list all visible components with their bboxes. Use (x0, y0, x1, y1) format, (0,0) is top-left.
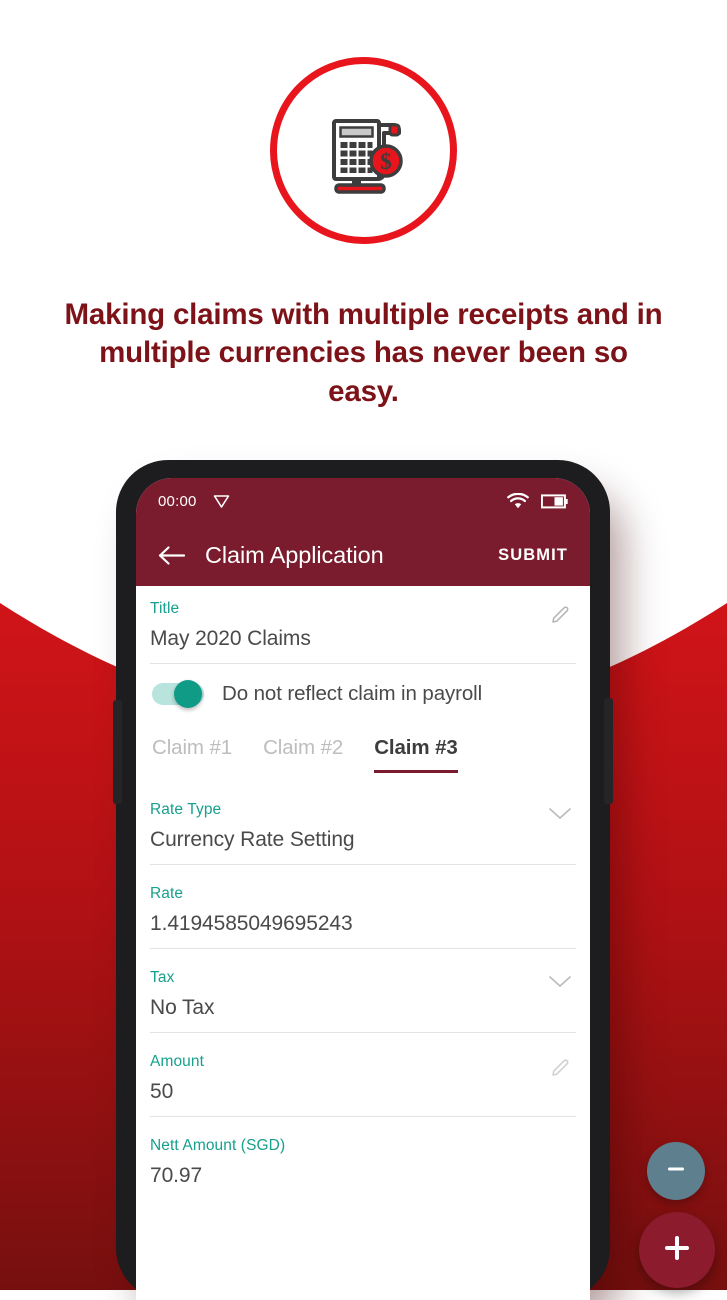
remove-claim-fab[interactable] (647, 1142, 705, 1200)
submit-button[interactable]: SUBMIT (498, 546, 568, 565)
hero-badge: $ (270, 57, 457, 244)
title-field[interactable]: Title May 2020 Claims (150, 586, 576, 664)
nett-amount-value: 70.97 (150, 1164, 203, 1187)
payroll-toggle-label: Do not reflect claim in payroll (222, 682, 483, 705)
minus-icon (663, 1156, 689, 1187)
wifi-icon (507, 492, 529, 510)
nett-amount-label: Nett Amount (SGD) (150, 1137, 286, 1154)
app-bar: Claim Application SUBMIT (136, 524, 590, 586)
amount-label: Amount (150, 1053, 205, 1070)
title-field-value: May 2020 Claims (150, 627, 311, 650)
receipt-calculator-dollar-icon: $ (314, 101, 414, 201)
title-field-label: Title (150, 600, 180, 617)
pencil-edit-icon[interactable] (549, 1057, 571, 1079)
status-bar: 00:00 (136, 478, 590, 524)
chevron-down-icon[interactable] (548, 975, 572, 993)
chevron-down-icon[interactable] (548, 807, 572, 825)
tab-claim-1[interactable]: Claim #1 (152, 736, 232, 773)
pencil-edit-icon[interactable] (549, 604, 571, 626)
rate-type-field[interactable]: Rate Type Currency Rate Setting (150, 773, 576, 865)
tab-claim-3[interactable]: Claim #3 (374, 736, 458, 773)
rate-field[interactable]: Rate 1.4194585049695243 (150, 865, 576, 949)
amount-field[interactable]: Amount 50 (150, 1033, 576, 1117)
tax-field[interactable]: Tax No Tax (150, 949, 576, 1033)
claim-tabs: Claim #1 Claim #2 Claim #3 (150, 722, 576, 773)
payroll-toggle-row[interactable]: Do not reflect claim in payroll (150, 664, 576, 722)
battery-icon (541, 493, 568, 509)
form-sheet: Title May 2020 Claims Do not reflect cla… (136, 586, 590, 1200)
phone-side-button-left (113, 700, 122, 804)
rate-type-value: Currency Rate Setting (150, 828, 355, 851)
status-time: 00:00 (158, 492, 197, 510)
svg-text:$: $ (380, 149, 392, 174)
rate-type-label: Rate Type (150, 801, 222, 818)
arrow-left-icon[interactable] (158, 545, 188, 566)
phone-side-button-right (604, 698, 613, 804)
payroll-toggle-switch[interactable] (152, 680, 204, 708)
tab-claim-2[interactable]: Claim #2 (263, 736, 343, 773)
cast-triangle-icon (213, 494, 230, 509)
hero-section: $ Making claims with multiple receipts a… (0, 0, 727, 411)
rate-value: 1.4194585049695243 (150, 912, 353, 935)
hero-headline: Making claims with multiple receipts and… (64, 298, 663, 408)
plus-icon (660, 1231, 694, 1270)
rate-label: Rate (150, 885, 184, 902)
nett-amount-field: Nett Amount (SGD) 70.97 (150, 1117, 576, 1200)
tax-value: No Tax (150, 996, 215, 1019)
tax-label: Tax (150, 969, 175, 986)
toggle-knob (174, 680, 202, 708)
add-claim-fab[interactable] (639, 1212, 715, 1288)
page-title: Claim Application (205, 541, 384, 568)
phone-screen: 00:00 Claim Application SUBMIT Title May… (136, 478, 590, 1300)
amount-value: 50 (150, 1080, 174, 1103)
phone-mockup: 00:00 Claim Application SUBMIT Title May… (113, 460, 613, 1300)
